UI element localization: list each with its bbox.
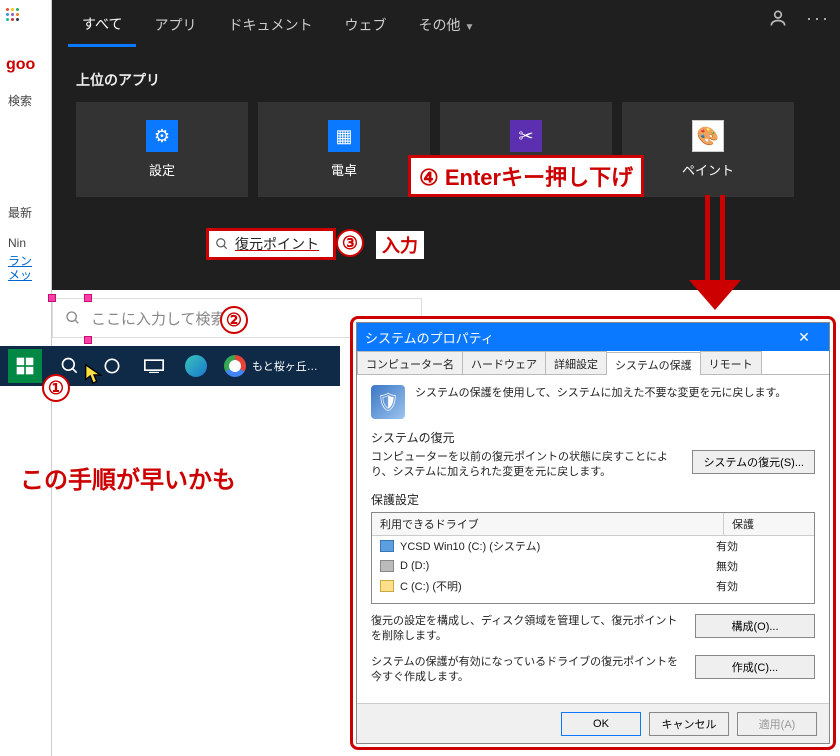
search-icon [215,237,229,251]
step-2-badge: ② [220,306,248,334]
chevron-down-icon: ▼ [464,22,474,33]
tab-hardware[interactable]: ハードウェア [462,351,546,374]
dialog-highlight-border: システムのプロパティ ✕ コンピューター名 ハードウェア 詳細設定 システムの保… [350,316,836,750]
drive-row[interactable]: D (D:) 無効 [372,556,814,576]
hdd-icon [380,560,394,572]
tile-calculator[interactable]: ▦ 電卓 [258,102,430,197]
dialog-titlebar[interactable]: システムのプロパティ ✕ [357,323,829,351]
configure-button[interactable]: 構成(O)... [695,614,815,638]
apps-grid-icon[interactable] [6,8,20,22]
selection-handle [84,336,92,344]
shield-icon: 🛡 [371,385,405,419]
folder-icon [380,580,394,592]
search-tabs-row: すべて アプリ ドキュメント ウェブ その他▼ [52,0,840,50]
msg-link[interactable]: メッ [8,266,32,283]
selection-handle [48,294,56,302]
gear-icon: ⚙ [146,120,178,152]
top-apps-heading: 上位のアプリ [52,50,840,102]
search-label: 検索 [8,92,32,109]
apply-button[interactable]: 適用(A) [737,712,817,736]
cancel-button[interactable]: キャンセル [649,712,729,736]
tile-label: 設定 [149,160,175,179]
col-drive: 利用できるドライブ [372,513,724,535]
step-3-badge: ③ [336,229,364,257]
configure-description: 復元の設定を構成し、ディスク領域を管理して、復元ポイントを削除します。 [371,614,685,645]
tab-all[interactable]: すべて [68,4,136,47]
drive-row[interactable]: YCSD Win10 (C:) (システム) 有効 [372,536,814,556]
tab-apps[interactable]: アプリ [140,5,210,45]
hand-cursor-icon [82,362,104,386]
calculator-icon: ▦ [328,120,360,152]
selection-handle [84,294,92,302]
system-properties-dialog: システムのプロパティ ✕ コンピューター名 ハードウェア 詳細設定 システムの保… [356,322,830,744]
os-drive-icon [380,540,394,552]
drives-list[interactable]: 利用できるドライブ 保護 YCSD Win10 (C:) (システム) 有効 D… [371,512,815,604]
latest-label: 最新 [8,204,32,221]
palette-icon: 🎨 [692,120,724,152]
intro-text: システムの保護を使用して、システムに加えた不要な変更を元に戻します。 [415,385,786,402]
tab-system-protection[interactable]: システムの保護 [606,352,701,375]
search-icon [65,310,81,326]
restore-section-title: システムの復元 [371,429,815,446]
create-button[interactable]: 作成(C)... [695,655,815,679]
procedure-caption: この手順が早いかも [20,460,236,495]
tab-documents[interactable]: ドキュメント [214,5,326,45]
user-icon[interactable] [768,8,788,33]
chrome-icon[interactable]: もと桜ヶ丘… [224,352,318,380]
dialog-footer: OK キャンセル 適用(A) [357,703,829,743]
step-4-arrow [695,195,735,315]
tile-label: ペイント [682,160,734,179]
top-right-actions: ··· [768,8,830,33]
system-restore-button[interactable]: システムの復元(S)... [692,450,815,474]
dialog-body: 🛡 システムの保護を使用して、システムに加えた不要な変更を元に戻します。 システ… [357,375,829,703]
drive-row[interactable]: C (C:) (不明) 有効 [372,576,814,596]
restore-description: コンピューターを以前の復元ポイントの状態に戻すことにより、システムに加えられた変… [371,450,682,481]
dialog-tabs: コンピューター名 ハードウェア 詳細設定 システムの保護 リモート [357,351,829,375]
tile-paint[interactable]: 🎨 ペイント [622,102,794,197]
step-1-badge: ① [42,374,70,402]
step-4-label: ④ Enterキー押し下げ [408,155,644,197]
tile-settings[interactable]: ⚙ 設定 [76,102,248,197]
tab-advanced[interactable]: 詳細設定 [545,351,607,374]
restore-point-text: 復元ポイント [235,234,319,254]
create-description: システムの保護が有効になっているドライブの復元ポイントを今すぐ作成します。 [371,655,685,686]
tab-computer-name[interactable]: コンピューター名 [357,351,463,374]
start-button[interactable] [8,349,42,383]
chrome-window-title: もと桜ヶ丘… [252,358,318,374]
goo-logo: goo [6,56,35,74]
close-button[interactable]: ✕ [787,329,821,346]
tab-more[interactable]: その他▼ [404,5,488,45]
more-icon[interactable]: ··· [806,8,830,33]
edge-icon[interactable] [182,352,210,380]
restore-point-input-annotation: 復元ポイント [206,228,336,260]
dialog-title: システムのプロパティ [365,328,494,347]
nin-text: Nin [8,236,26,250]
ok-button[interactable]: OK [561,712,641,736]
scissors-icon: ✂ [510,120,542,152]
task-view-icon[interactable] [140,352,168,380]
input-annotation: 入力 [376,231,424,259]
tile-label: 電卓 [331,160,357,179]
protect-section-title: 保護設定 [371,491,815,508]
search-placeholder: ここに入力して検索 [91,308,226,329]
tab-web[interactable]: ウェブ [330,5,400,45]
col-protection: 保護 [724,513,814,535]
tab-remote[interactable]: リモート [700,351,762,374]
